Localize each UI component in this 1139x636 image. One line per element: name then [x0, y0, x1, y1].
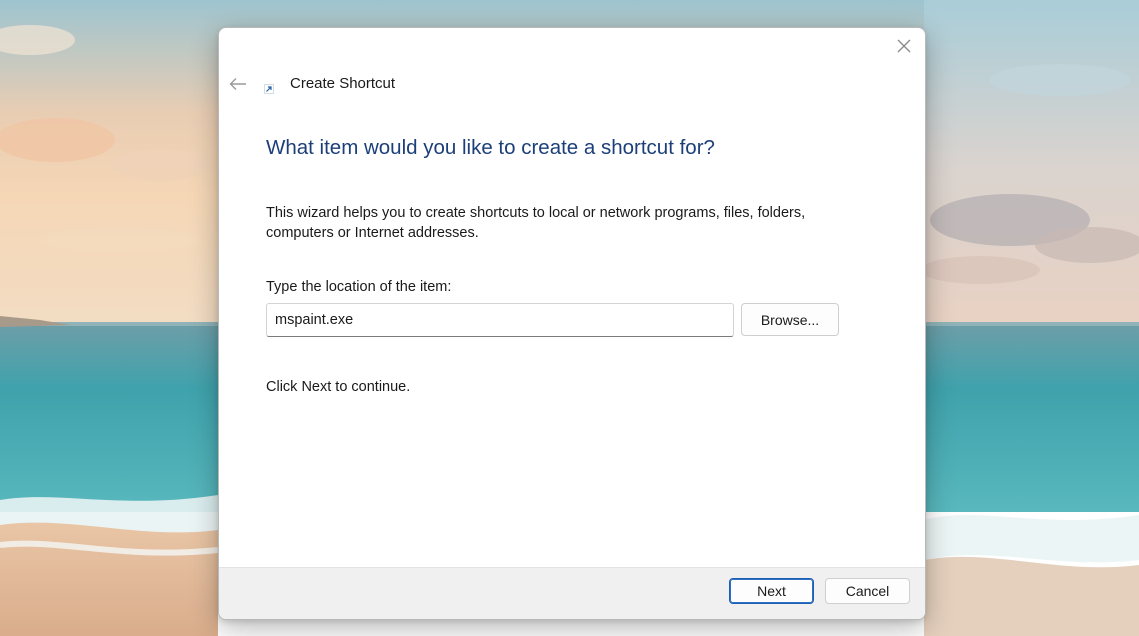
wizard-description: This wizard helps you to create shortcut… [266, 205, 806, 241]
close-icon [897, 39, 911, 53]
create-shortcut-dialog: Create Shortcut What item would you like… [218, 27, 926, 620]
window-title: Create Shortcut [290, 75, 396, 92]
page-heading: What item would you like to create a sho… [266, 136, 715, 159]
cancel-button[interactable]: Cancel [825, 578, 910, 604]
location-label: Type the location of the item: [266, 279, 452, 295]
shortcut-arrow-icon [264, 84, 274, 94]
dialog-footer: Next Cancel [219, 567, 925, 619]
continue-instruction: Click Next to continue. [266, 379, 411, 395]
back-arrow-icon [229, 78, 246, 90]
next-button[interactable]: Next [729, 578, 814, 604]
close-button[interactable] [893, 35, 915, 57]
location-input[interactable] [266, 303, 734, 337]
browse-button[interactable]: Browse... [741, 303, 839, 336]
back-button[interactable] [227, 73, 249, 95]
